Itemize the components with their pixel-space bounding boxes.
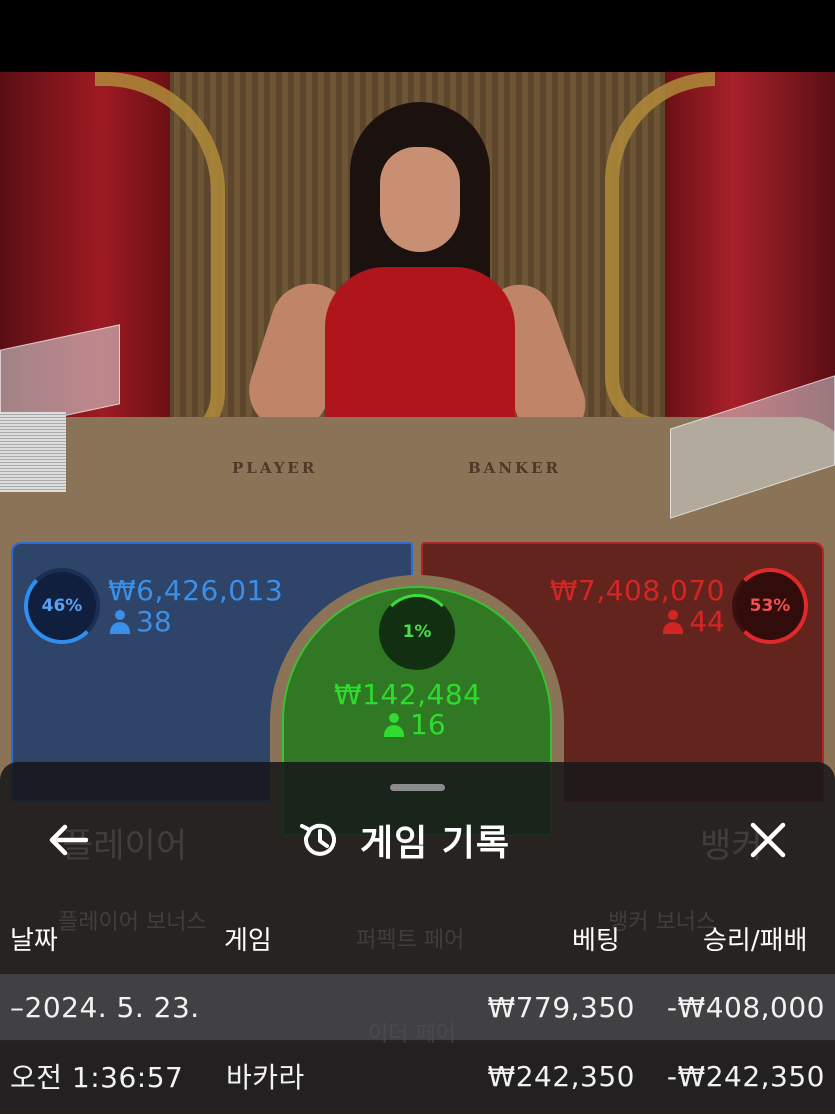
history-title: 게임 기록: [298, 812, 510, 868]
row-time: 오전 1:36:57: [10, 1061, 184, 1094]
close-button[interactable]: [740, 812, 796, 868]
user-icon: [663, 609, 684, 634]
column-header-game: 게임: [224, 926, 272, 956]
player-bettor-count: 38: [110, 605, 172, 638]
ghost-banker-bonus-label: 뱅커 보너스: [608, 910, 717, 935]
date-group-bet-total: ₩779,350: [487, 990, 635, 1024]
gold-arch-right: [605, 72, 715, 432]
row-winloss: -₩242,350: [666, 1059, 825, 1093]
back-button[interactable]: [40, 812, 96, 868]
date-group-label: –2024. 5. 23.: [10, 990, 200, 1024]
arrow-left-icon: [49, 824, 88, 856]
top-black-bar: [0, 0, 835, 72]
card-deck: [0, 412, 66, 492]
table-label-player: PLAYER: [232, 459, 318, 477]
page-title: 게임 기록: [360, 823, 511, 864]
table-row[interactable]: 오전 1:36:57 바카라 ₩242,350 -₩242,350: [0, 1043, 835, 1109]
user-icon: [384, 712, 404, 737]
tie-percent-ring: 1%: [379, 594, 455, 670]
tie-bettor-count: 16: [384, 708, 446, 741]
column-header-winloss: 승리/패배: [703, 926, 808, 956]
close-icon: [750, 822, 786, 858]
player-bet-amount: ₩6,426,013: [108, 574, 284, 607]
player-percent-ring: 46%: [24, 568, 100, 644]
column-header-bet: 베팅: [572, 926, 620, 956]
date-group-row[interactable]: –2024. 5. 23. ₩779,350 -₩408,000: [0, 974, 835, 1040]
tie-bet-amount: ₩142,484: [334, 678, 482, 711]
history-clock-icon: [300, 823, 336, 856]
date-group-winloss-total: -₩408,000: [666, 990, 825, 1024]
user-icon: [110, 609, 130, 634]
sheet-drag-handle[interactable]: [390, 784, 445, 791]
column-header-date: 날짜: [10, 926, 58, 956]
banker-percent-ring: 53%: [732, 568, 808, 644]
row-game: 바카라: [226, 1061, 305, 1094]
banker-bettor-count: 44: [663, 605, 725, 638]
table-label-banker: BANKER: [468, 459, 561, 477]
banker-bet-amount: ₩7,408,070: [549, 574, 725, 607]
ghost-perfect-pair-label: 퍼펙트 페어: [356, 928, 465, 953]
row-bet: ₩242,350: [487, 1059, 635, 1093]
ghost-player-bonus-label: 플레이어 보너스: [58, 910, 207, 935]
